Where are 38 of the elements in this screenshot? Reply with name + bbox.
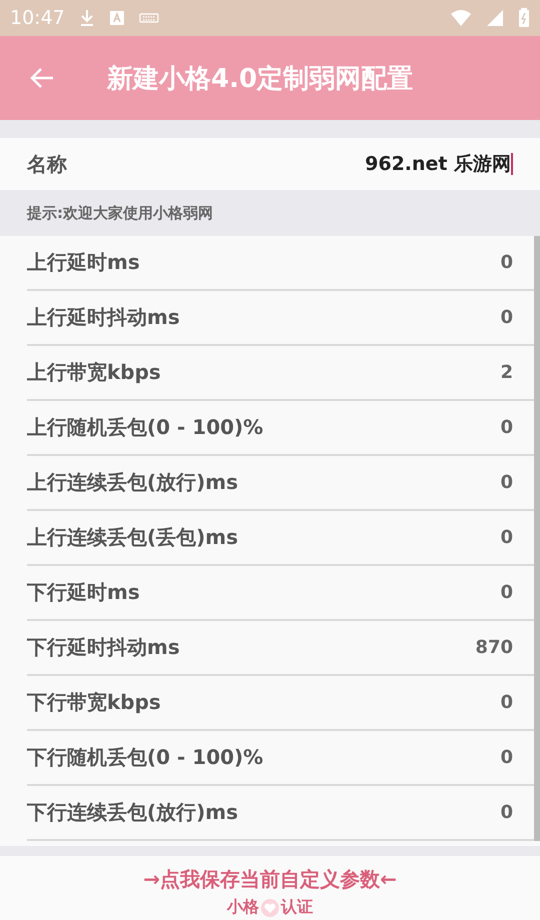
setting-value-field[interactable]: 0 xyxy=(160,692,513,713)
setting-label: 下行延时抖动ms xyxy=(27,634,180,661)
setting-value-field[interactable]: 0 xyxy=(140,252,513,273)
setting-label: 上行连续丢包(放行)ms xyxy=(27,469,238,496)
setting-value-field[interactable]: 0 xyxy=(238,802,513,823)
certification-text: 小格 xyxy=(227,897,259,918)
battery-icon xyxy=(518,8,530,28)
setting-value-field[interactable]: 2 xyxy=(160,362,513,383)
wifi-icon xyxy=(450,9,472,27)
download-icon xyxy=(78,9,95,27)
back-arrow-icon[interactable] xyxy=(29,67,55,89)
signal-icon xyxy=(486,9,504,27)
setting-label: 下行连续丢包(放行)ms xyxy=(27,799,238,826)
setting-value-field[interactable]: 0 xyxy=(140,582,513,603)
heart-badge-icon xyxy=(261,898,279,916)
setting-label: 上行带宽kbps xyxy=(27,359,161,386)
setting-label: 下行带宽kbps xyxy=(27,689,161,716)
hint-text: 提示:欢迎大家使用小格弱网 xyxy=(0,190,540,236)
setting-label: 上行连续丢包(丢包)ms xyxy=(27,524,238,551)
setting-value-field[interactable]: 0 xyxy=(180,307,513,328)
setting-value-field[interactable]: 0 xyxy=(263,417,513,438)
setting-label: 下行随机丢包(0 - 100)% xyxy=(27,744,264,771)
setting-label: 上行延时ms xyxy=(27,249,140,276)
setting-value-field[interactable]: 0 xyxy=(238,472,513,493)
certification-text: 认证 xyxy=(281,897,313,918)
keyboard-letter-icon xyxy=(108,10,125,26)
name-input-field[interactable]: 962.net 乐游网 xyxy=(67,153,513,175)
keyboard-icon xyxy=(138,12,159,24)
setting-label: 上行随机丢包(0 - 100)% xyxy=(27,414,264,441)
setting-value-field[interactable]: 0 xyxy=(238,527,513,548)
clock: 10:47 xyxy=(10,7,65,29)
save-button[interactable]: →点我保存当前自定义参数← xyxy=(137,864,403,895)
setting-label: 下行延时ms xyxy=(27,579,140,606)
screen-title: 新建小格4.0定制弱网配置 xyxy=(107,62,414,96)
setting-label: 上行延时抖动ms xyxy=(27,304,180,331)
setting-value-field[interactable]: 0 xyxy=(263,747,513,768)
field-label: 名称 xyxy=(27,150,67,178)
setting-value-field[interactable]: 870 xyxy=(180,637,513,658)
